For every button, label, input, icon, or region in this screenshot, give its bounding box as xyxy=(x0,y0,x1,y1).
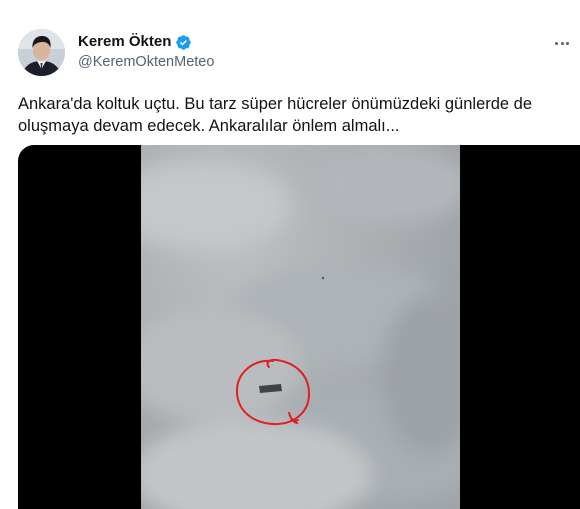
tweet-card[interactable]: Kerem Ökten @KeremOktenMeteo Ankara'da k… xyxy=(0,0,580,509)
verified-badge-icon xyxy=(175,34,192,51)
more-options-button[interactable] xyxy=(550,34,574,52)
tweet-text: Ankara'da koltuk uçtu. Bu tarz süper hüc… xyxy=(18,95,537,135)
tweet-video[interactable] xyxy=(18,145,580,509)
more-horizontal-icon xyxy=(555,41,569,45)
display-name[interactable]: Kerem Ökten xyxy=(78,33,171,51)
user-handle[interactable]: @KeremOktenMeteo xyxy=(78,53,214,71)
avatar[interactable] xyxy=(18,29,65,76)
video-frame[interactable] xyxy=(141,145,460,509)
